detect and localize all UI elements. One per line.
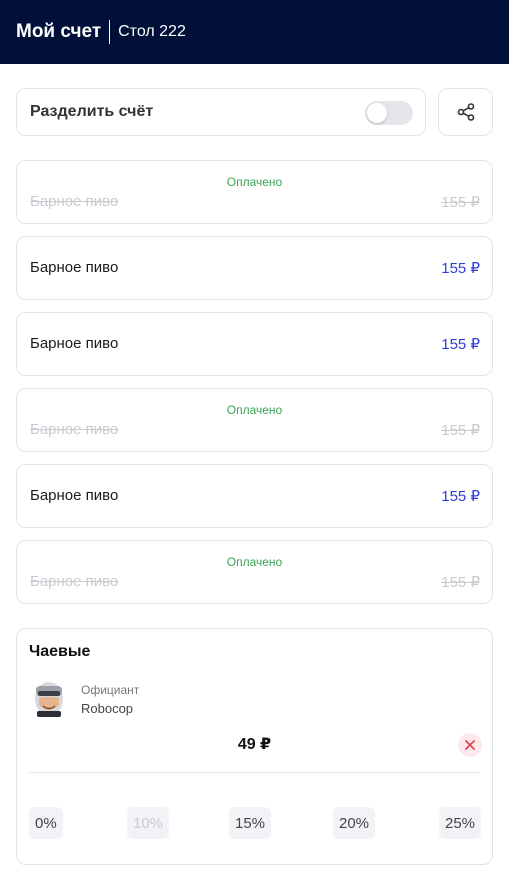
tip-option-10[interactable]: 10% [127,807,170,839]
tip-amount: 49 ₽ [237,736,272,753]
tip-option-20[interactable]: 20% [333,807,376,839]
share-icon [457,103,474,121]
split-bill-label: Разделить счёт [30,103,154,120]
item-name: Барное пиво [30,335,119,352]
item-price: 155 ₽ [441,260,480,277]
waiter-name: Robocop [81,701,134,716]
item-price: 155 ₽ [441,422,480,439]
item-name: Барное пиво [30,421,119,438]
table-number: Стол 222 [118,23,186,40]
item-price: 155 ₽ [441,194,480,211]
paid-status: Оплачено [226,175,283,189]
item-price: 155 ₽ [441,574,480,591]
header-divider [109,20,111,44]
paid-status: Оплачено [226,555,283,569]
item-name: Барное пиво [30,487,119,504]
tips-title: Чаевые [29,643,91,660]
order-item[interactable]: Барное пиво 155 ₽ [16,464,493,528]
close-icon [465,740,475,750]
split-bill-row: Разделить счёт [16,88,493,136]
page-title: Мой счет [16,21,102,42]
tips-card: Чаевые Официант Robocop 49 ₽ 0% 10% 15% … [16,628,493,865]
item-price: 155 ₽ [441,488,480,505]
toggle-knob [367,103,387,123]
split-bill-card: Разделить счёт [16,88,426,136]
order-item[interactable]: Барное пиво 155 ₽ [16,236,493,300]
share-button[interactable] [438,88,493,136]
order-item[interactable]: Оплачено Барное пиво 155 ₽ [16,540,493,604]
order-item[interactable]: Оплачено Барное пиво 155 ₽ [16,160,493,224]
clear-tip-button[interactable] [458,733,482,757]
tip-option-0[interactable]: 0% [29,807,63,839]
paid-status: Оплачено [226,403,283,417]
waiter-role: Официант [81,683,140,697]
item-name: Барное пиво [30,193,119,210]
tip-option-25[interactable]: 25% [439,807,482,839]
item-price: 155 ₽ [441,336,480,353]
item-name: Барное пиво [30,259,119,276]
order-item[interactable]: Оплачено Барное пиво 155 ₽ [16,388,493,452]
tips-divider [29,772,480,773]
tip-option-15[interactable]: 15% [229,807,272,839]
item-name: Барное пиво [30,573,119,590]
avatar [35,682,63,717]
app-header: Мой счет Стол 222 [0,0,509,64]
split-bill-toggle[interactable] [365,101,413,125]
order-item[interactable]: Барное пиво 155 ₽ [16,312,493,376]
